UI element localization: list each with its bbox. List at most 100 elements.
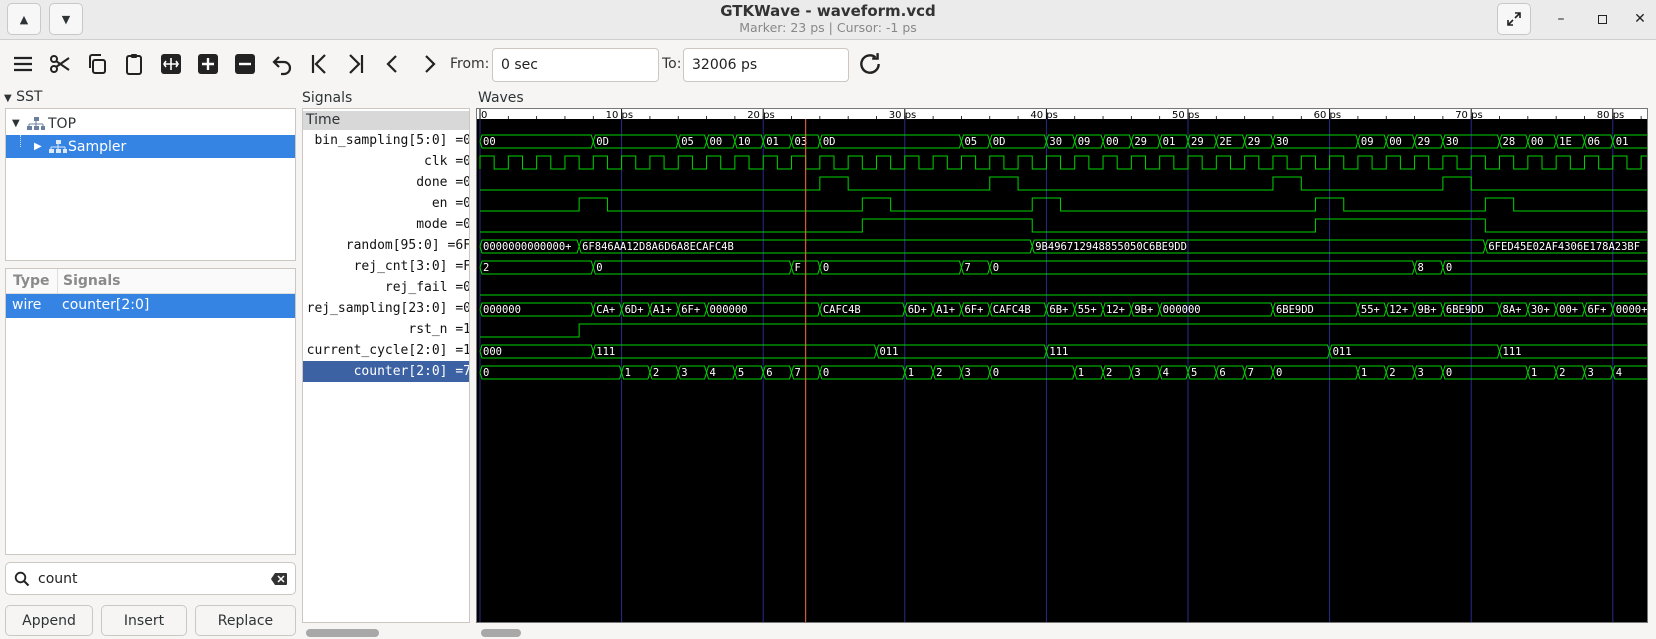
wave-value-counter: 1	[1361, 367, 1367, 379]
previous-edge-button[interactable]	[378, 49, 408, 79]
wave-segment-bin_sampling	[479, 134, 594, 149]
wave-value-bin_sampling: 29	[1248, 136, 1261, 148]
zoom-in-button[interactable]	[193, 49, 223, 79]
wave-value-counter: 7	[795, 367, 801, 379]
wave-value-rej_sampling: 6B+	[1049, 304, 1068, 316]
signal-row-clk[interactable]: clk =0	[303, 151, 469, 172]
waveform-plot[interactable]: 0 10 ps 20 ps 30 ps 40 ps 50 ps 60 ps 70 ps 80 p…	[477, 109, 1647, 622]
wave-value-bin_sampling: 28	[1503, 136, 1516, 148]
wave-value-counter: 0	[1276, 367, 1282, 379]
wave-value-rej_sampling: 000000	[710, 304, 748, 316]
table-row[interactable]: wire counter[2:0]	[6, 294, 295, 318]
search-box	[5, 562, 296, 595]
wave-segment-counter	[819, 365, 906, 380]
signal-row-current-cycle[interactable]: current_cycle[2:0] =1	[303, 340, 469, 361]
zoom-to-start-button[interactable]	[304, 49, 334, 79]
wave-value-rej_sampling: 6BE9DD	[1276, 304, 1314, 316]
wave-value-bin_sampling: 30	[1276, 136, 1289, 148]
signal-row-rst-n[interactable]: rst_n =1	[303, 319, 469, 340]
signal-row-bin-sampling[interactable]: bin_sampling[5:0] =0	[303, 130, 469, 151]
undo-zoom-button[interactable]	[267, 49, 297, 79]
toolbar: From: To:	[0, 41, 1656, 89]
from-label: From:	[450, 56, 490, 72]
time-tick-label: 20 ps	[747, 110, 774, 121]
cell-type: wire	[12, 297, 42, 313]
wave-value-bin_sampling: 05	[964, 136, 977, 148]
wave-value-rej_sampling: 9B+	[1418, 304, 1437, 316]
paste-icon	[126, 54, 142, 75]
wave-value-counter: 4	[710, 367, 716, 379]
wave-value-counter: 2	[1559, 367, 1565, 379]
wave-value-bin_sampling: 01	[766, 136, 779, 148]
append-button[interactable]: Append	[5, 605, 93, 636]
time-tick-label: 60 ps	[1314, 110, 1341, 121]
wave-value-bin_sampling: 0D	[993, 136, 1006, 148]
wave-value-bin_sampling: 29	[1134, 136, 1147, 148]
tree-item-label: TOP	[48, 115, 77, 132]
wave-value-rej_cnt: 2	[483, 262, 489, 274]
to-time-input[interactable]	[683, 48, 849, 82]
wave-value-bin_sampling: 09	[1361, 136, 1374, 148]
column-header-type[interactable]: Type	[13, 273, 50, 289]
wave-value-random: 6F846AA12D8A6D6A8ECAFC4B	[582, 241, 734, 253]
wave-value-current_cycle: 000	[483, 346, 502, 358]
signal-row-en[interactable]: en =0	[303, 193, 469, 214]
fullscreen-button[interactable]	[1497, 3, 1531, 35]
minimize-button[interactable]: –	[1550, 8, 1572, 30]
zoom-out-button[interactable]	[230, 49, 260, 79]
signal-row-rej-fail[interactable]: rej_fail =0	[303, 277, 469, 298]
paste-button[interactable]	[119, 49, 149, 79]
wave-value-bin_sampling: 01	[1163, 136, 1176, 148]
wave-value-rej_sampling: 55+	[1078, 304, 1097, 316]
wave-value-counter: 2	[936, 367, 942, 379]
cut-button[interactable]	[45, 49, 75, 79]
wave-value-current_cycle: 011	[879, 346, 898, 358]
signals-hscrollbar[interactable]	[306, 629, 379, 637]
reload-button[interactable]	[855, 49, 885, 79]
maximize-button[interactable]	[1591, 8, 1613, 30]
waves-canvas[interactable]: 0 10 ps 20 ps 30 ps 40 ps 50 ps 60 ps 70 ps 80 p…	[476, 108, 1648, 623]
wave-value-random: 6FED45E02AF4306E178A23BF	[1488, 241, 1640, 253]
signal-row-random[interactable]: random[95:0] =6F	[303, 235, 469, 256]
signal-row-done[interactable]: done =0	[303, 172, 469, 193]
insert-button[interactable]: Insert	[101, 605, 187, 636]
wave-value-rej_cnt: 0	[1446, 262, 1452, 274]
column-header-signals[interactable]: Signals	[63, 273, 120, 289]
zoom-fit-icon	[161, 54, 181, 74]
zoom-to-end-button[interactable]	[341, 49, 371, 79]
clear-icon[interactable]	[270, 572, 288, 586]
triangle-right-icon[interactable]: ▶	[34, 141, 42, 152]
close-button[interactable]: ✕	[1629, 8, 1651, 30]
from-time-input[interactable]	[492, 48, 659, 82]
copy-button[interactable]	[82, 49, 112, 79]
skip-end-icon	[349, 54, 364, 74]
waves-hscrollbar[interactable]	[481, 629, 521, 637]
sst-header[interactable]: ▼ SST	[4, 89, 42, 105]
signal-row-rej-cnt[interactable]: rej_cnt[3:0] =F	[303, 256, 469, 277]
wave-value-bin_sampling: 00	[1531, 136, 1544, 148]
signals-list: Time bin_sampling[5:0] =0 clk =0 done =0…	[302, 108, 470, 623]
zoom-in-icon	[198, 54, 218, 74]
replace-button[interactable]: Replace	[195, 605, 296, 636]
signal-row-rej-sampling[interactable]: rej_sampling[23:0] =0	[303, 298, 469, 319]
wave-segment-rej_cnt	[1442, 260, 1647, 275]
wave-value-counter: 2	[1106, 367, 1112, 379]
wave-value-bin_sampling: 00	[1106, 136, 1119, 148]
wave-value-rej_sampling: 9B+	[1134, 304, 1153, 316]
next-edge-button[interactable]	[414, 49, 444, 79]
menu-button[interactable]	[8, 49, 38, 79]
wave-value-bin_sampling: 0D	[823, 136, 836, 148]
triangle-down-icon: ▼	[12, 118, 20, 129]
wave-segment-current_cycle	[1329, 344, 1501, 359]
time-tick-label: 30 ps	[889, 110, 916, 121]
wave-value-counter: 3	[1587, 367, 1593, 379]
tree-item-top[interactable]: ▼ TOP	[6, 112, 295, 135]
signal-row-counter[interactable]: counter[2:0] =7	[303, 361, 469, 382]
signal-row-mode[interactable]: mode =0	[303, 214, 469, 235]
zoom-fit-button[interactable]	[156, 49, 186, 79]
wave-rst_n	[480, 323, 1647, 338]
skip-start-icon	[311, 54, 326, 74]
tree-item-sampler[interactable]: ▶ Sampler	[6, 135, 295, 158]
search-input[interactable]	[36, 567, 256, 590]
wave-value-counter: 2	[1389, 367, 1395, 379]
